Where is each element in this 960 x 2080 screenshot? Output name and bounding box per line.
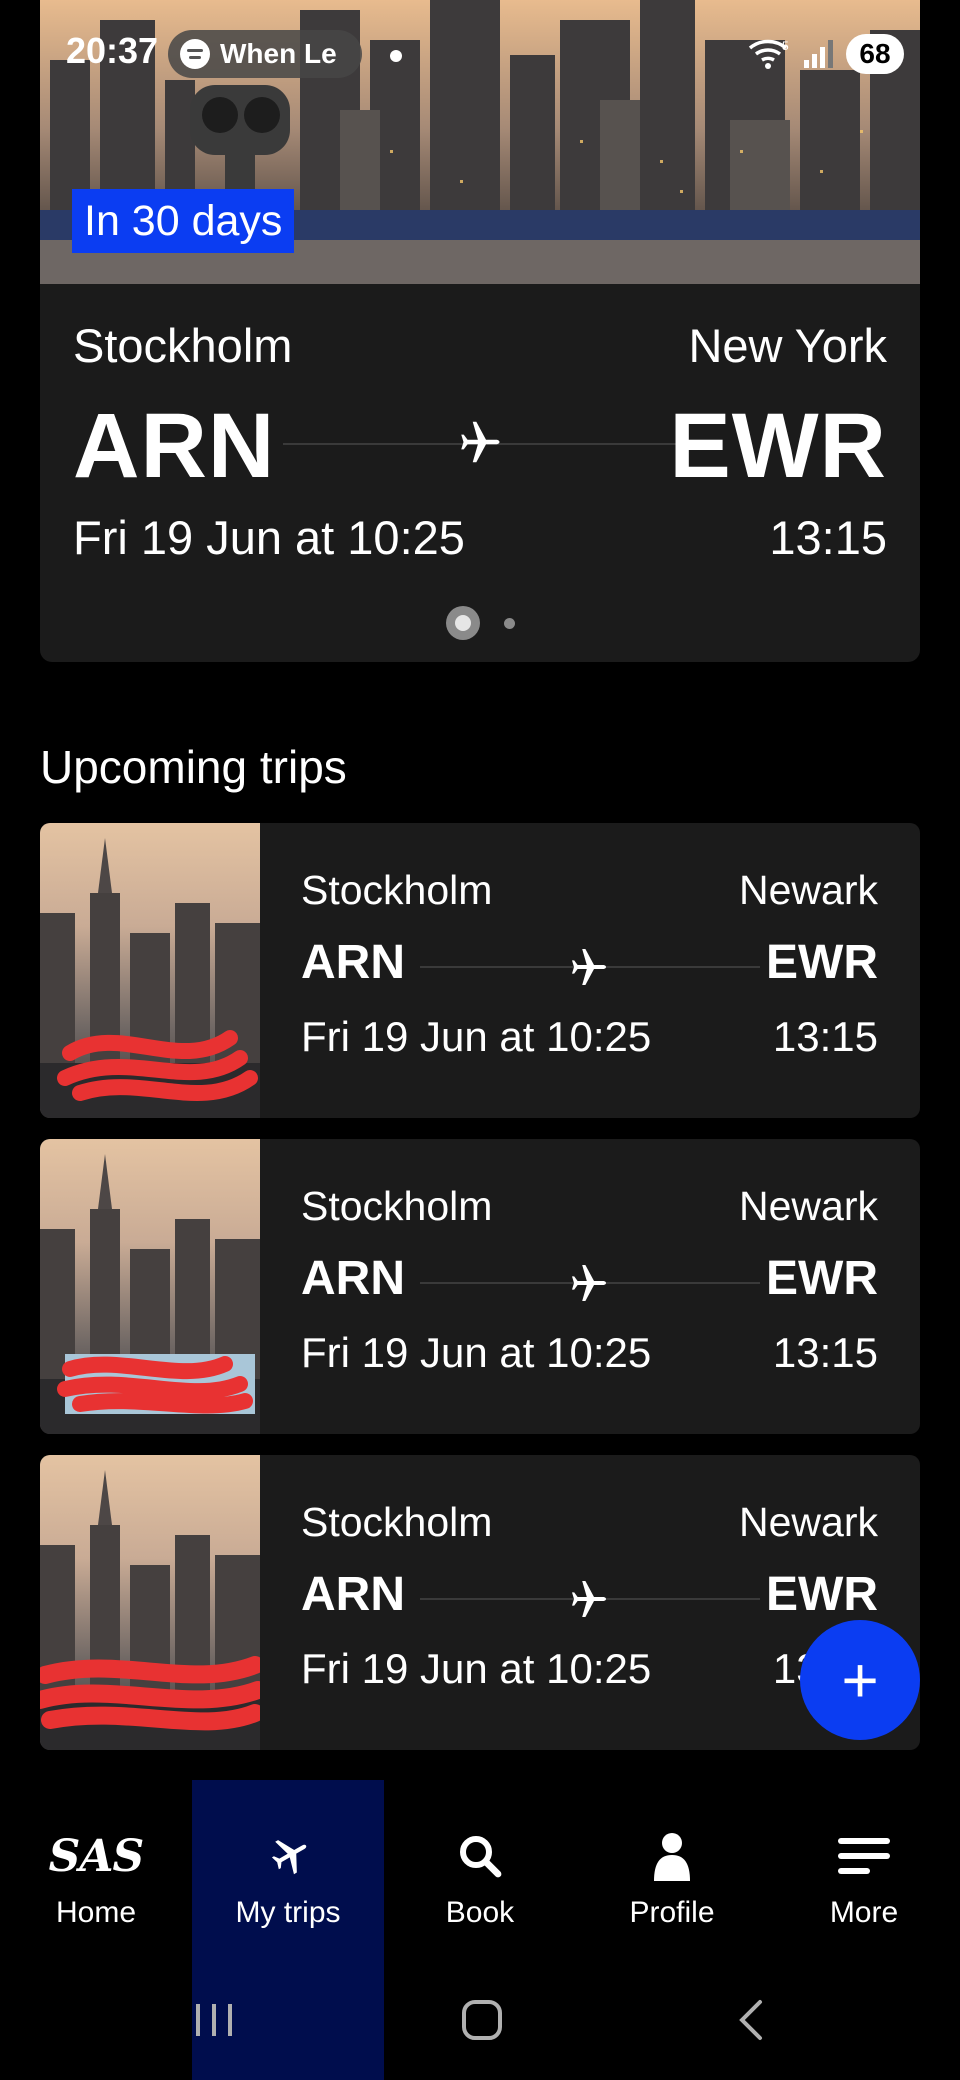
- home-icon[interactable]: [450, 1988, 514, 2052]
- notification-dot: [390, 50, 402, 62]
- origin-city: Stockholm: [301, 1183, 493, 1229]
- departure-time: Fri 19 Jun at 10:25: [73, 511, 465, 564]
- redaction-scribble: [57, 1356, 253, 1414]
- trip-times-row: Fri 19 Jun at 10:25 13:15: [301, 1645, 878, 1693]
- destination-city: Newark: [739, 867, 878, 913]
- svg-text:5: 5: [782, 39, 789, 53]
- battery-indicator: 68: [846, 34, 904, 74]
- origin-city: Stockholm: [301, 867, 493, 913]
- trip-codes-row: ARN EWR: [301, 1567, 878, 1622]
- nav-item-label: Home: [55, 1896, 137, 1929]
- destination-city: Newark: [739, 1183, 878, 1229]
- arrival-time: 13:15: [772, 1013, 878, 1060]
- hero-times-row: Fri 19 Jun at 10:25 13:15: [73, 510, 887, 565]
- trip-times-row: Fri 19 Jun at 10:25 13:15: [301, 1013, 878, 1061]
- redaction-scribble: [40, 1656, 260, 1731]
- destination-airport-code: EWR: [766, 1252, 878, 1305]
- departure-time: Fri 19 Jun at 10:25: [301, 1645, 652, 1692]
- cellular-signal-icon: [804, 40, 833, 68]
- carousel-dot-active[interactable]: [445, 606, 480, 640]
- wifi-icon: 5: [748, 39, 789, 69]
- redaction-scribble: [57, 1030, 258, 1101]
- clock: 20:37: [66, 30, 159, 71]
- destination-airport-code: EWR: [669, 395, 887, 497]
- origin-airport-code: ARN: [301, 1568, 405, 1621]
- trip-card[interactable]: Stockholm Newark ARN EWR Fri 19 Jun at 1…: [40, 1455, 920, 1750]
- trip-cities-row: Stockholm Newark: [301, 1183, 878, 1230]
- arrival-time: 13:15: [769, 511, 887, 564]
- trip-codes-row: ARN EWR: [301, 935, 878, 990]
- back-icon[interactable]: [720, 1988, 784, 2052]
- trip-cities-row: Stockholm Newark: [301, 867, 878, 914]
- destination-airport-code: EWR: [766, 936, 878, 989]
- add-trip-button[interactable]: +: [800, 1620, 920, 1740]
- nav-item-label: Book: [445, 1896, 515, 1929]
- hero-cities-row: Stockholm New York: [73, 318, 887, 373]
- trip-card[interactable]: Stockholm Newark ARN EWR Fri 19 Jun at 1…: [40, 1139, 920, 1434]
- destination-airport-code: EWR: [766, 1568, 878, 1621]
- nav-item-home[interactable]: SAS Home: [0, 1780, 192, 1960]
- departure-time: Fri 19 Jun at 10:25: [301, 1329, 652, 1376]
- sas-logo-icon: SAS: [48, 1830, 145, 1882]
- trip-thumbnail: [40, 1139, 260, 1434]
- trip-times-row: Fri 19 Jun at 10:25 13:15: [301, 1329, 878, 1377]
- search-icon: [460, 1836, 502, 1878]
- spotify-icon: [180, 39, 210, 69]
- origin-airport-code: ARN: [73, 395, 276, 497]
- hero-codes-row: ARN EWR: [73, 394, 887, 499]
- origin-city: Stockholm: [73, 319, 293, 372]
- nav-item-profile[interactable]: Profile: [576, 1780, 768, 1960]
- nav-item-my-trips[interactable]: My trips: [192, 1780, 384, 1960]
- status-bar: 20:37 When Le 5 68: [0, 0, 960, 110]
- carousel-indicator[interactable]: [40, 606, 920, 640]
- plus-icon: +: [841, 1644, 879, 1716]
- media-title: When Le: [220, 38, 337, 69]
- origin-city: Stockholm: [301, 1499, 493, 1545]
- trip-thumbnail: [40, 1455, 260, 1750]
- system-navigation-bar: [0, 1960, 960, 2080]
- nav-item-book[interactable]: Book: [384, 1780, 576, 1960]
- origin-airport-code: ARN: [301, 1252, 405, 1305]
- bottom-navigation: SAS Home My trips Book Profile More: [0, 1780, 960, 1960]
- airplane-icon: [271, 1840, 307, 1875]
- person-icon: [654, 1833, 690, 1881]
- destination-city: New York: [688, 319, 887, 372]
- origin-airport-code: ARN: [301, 936, 405, 989]
- media-playback-pill[interactable]: When Le: [168, 30, 362, 78]
- trip-thumbnail: [40, 823, 260, 1118]
- menu-icon: [838, 1838, 890, 1874]
- nav-item-more[interactable]: More: [768, 1780, 960, 1960]
- departure-time: Fri 19 Jun at 10:25: [301, 1013, 652, 1060]
- trip-card[interactable]: Stockholm Newark ARN EWR Fri 19 Jun at 1…: [40, 823, 920, 1118]
- status-icons: 5 68: [748, 34, 904, 74]
- recents-icon[interactable]: [182, 1988, 246, 2052]
- arrival-time: 13:15: [772, 1329, 878, 1376]
- destination-city: Newark: [739, 1499, 878, 1545]
- trip-cities-row: Stockholm Newark: [301, 1499, 878, 1546]
- carousel-dot[interactable]: [503, 617, 515, 629]
- nav-item-label: My trips: [235, 1896, 341, 1929]
- nav-item-label: Profile: [629, 1896, 715, 1929]
- days-until-badge: In 30 days: [72, 189, 295, 253]
- nav-item-label: More: [829, 1896, 899, 1929]
- trip-codes-row: ARN EWR: [301, 1251, 878, 1306]
- upcoming-trips-heading: Upcoming trips: [40, 741, 347, 793]
